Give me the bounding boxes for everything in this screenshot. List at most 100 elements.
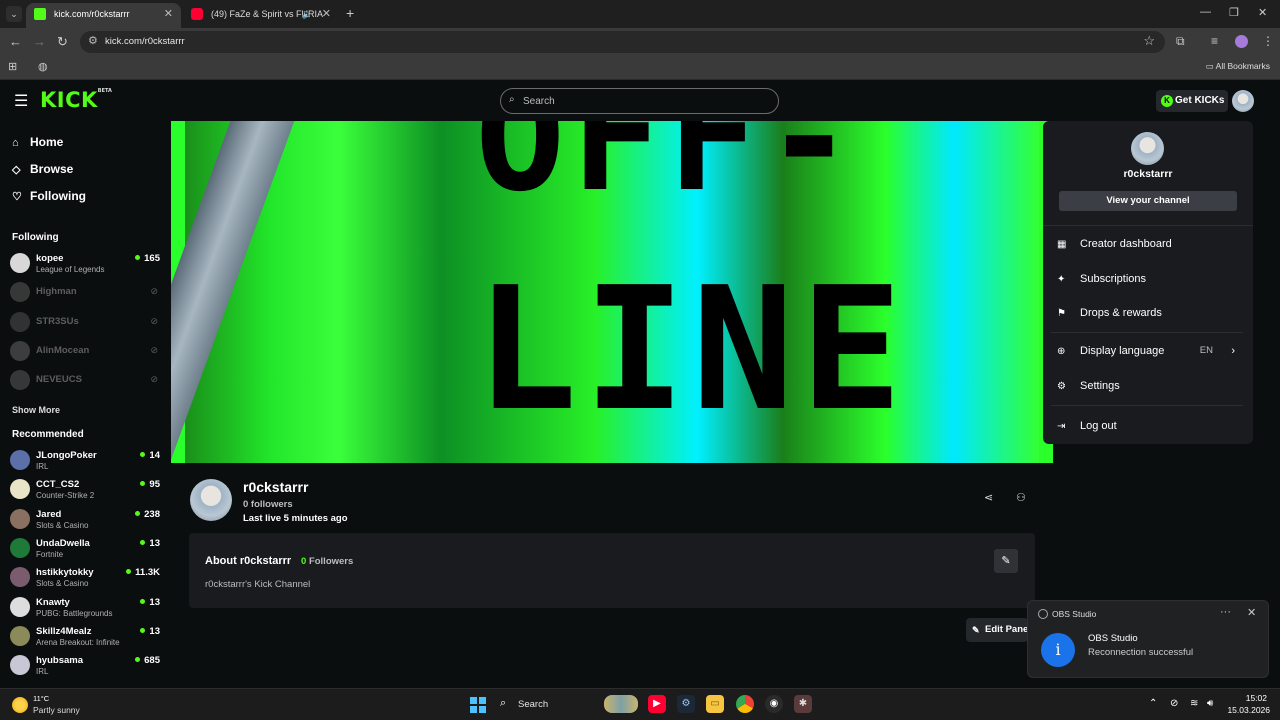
- tab-list-button[interactable]: ⌄: [6, 6, 22, 22]
- search-highlight-image[interactable]: [604, 695, 638, 713]
- chrome-app-icon[interactable]: [736, 695, 754, 713]
- sidebar-channel-jared[interactable]: Jared Slots & Casino 238: [10, 507, 160, 533]
- start-button[interactable]: [470, 697, 486, 713]
- steam-app-icon[interactable]: ⚙: [677, 695, 695, 713]
- reload-icon[interactable]: ↻: [57, 34, 68, 50]
- edit-panel-button[interactable]: ✎ Edit Panel: [966, 618, 1028, 642]
- show-more-link[interactable]: Show More: [12, 405, 60, 415]
- chevron-right-icon: ›: [1231, 345, 1235, 357]
- new-tab-button[interactable]: +: [346, 5, 354, 21]
- sidebar-channel-neveucs[interactable]: NEVEUCS ⊘: [10, 368, 160, 394]
- sidebar-channel-str3sus[interactable]: STR3SUs ⊘: [10, 310, 160, 336]
- share-icon[interactable]: ⋖: [984, 491, 993, 504]
- notification-app-name: OBS Studio: [1052, 609, 1097, 619]
- channel-avatar[interactable]: [190, 479, 232, 521]
- search-input[interactable]: ⌕ Search: [500, 88, 779, 114]
- channel-category: Counter-Strike 2: [36, 491, 95, 501]
- viewer-count: 685: [135, 655, 160, 666]
- close-icon[interactable]: ✕: [1247, 606, 1256, 619]
- sidebar-channel-highman[interactable]: Highman ⊘: [10, 280, 160, 306]
- extensions-icon[interactable]: ⧉: [1176, 34, 1185, 49]
- sidebar-channel-undadwella[interactable]: UndaDwella Fortnite 13: [10, 536, 160, 562]
- close-tab-icon[interactable]: ✕: [322, 3, 331, 25]
- sidebar-channel-hstikkytokky[interactable]: hstikkytokky Slots & Casino 11.3K: [10, 565, 160, 591]
- menu-item-settings[interactable]: ⚙ Settings: [1057, 376, 1241, 396]
- close-window-button[interactable]: ✕: [1258, 6, 1267, 19]
- browser-tab-bar: ⌄ kick.com/r0ckstarrr ✕ (49) FaZe & Spir…: [0, 0, 1280, 28]
- sidebar-channel-knawty[interactable]: Knawty PUBG: Battlegrounds 13: [10, 595, 160, 621]
- sidebar-item-following[interactable]: ♡ Following: [12, 189, 86, 203]
- view-channel-button[interactable]: View your channel: [1059, 191, 1237, 211]
- followers-label: Followers: [308, 556, 354, 567]
- tab-youtube[interactable]: (49) FaZe & Spirit vs FURIA 🔈 ✕: [183, 3, 339, 28]
- weather-sun-icon[interactable]: [12, 697, 28, 713]
- offline-icon: ⊘: [150, 286, 158, 297]
- clock-date[interactable]: 15.03.2026: [1224, 705, 1270, 715]
- channel-name: NEVEUCS: [36, 374, 82, 386]
- menu-item-display-language[interactable]: ⊕ Display language EN ›: [1057, 341, 1241, 361]
- about-title: About r0ckstarrr: [205, 555, 292, 567]
- sidebar-item-home[interactable]: ⌂ Home: [12, 135, 63, 149]
- profile-icon[interactable]: [1235, 35, 1248, 48]
- taskbar-search[interactable]: Search: [518, 699, 548, 710]
- tab-kick[interactable]: kick.com/r0ckstarrr ✕: [26, 3, 181, 28]
- apps-grid-icon[interactable]: ⊞: [8, 60, 17, 73]
- last-live: Last live 5 minutes ago: [243, 513, 348, 524]
- volume-icon[interactable]: 🔊︎: [1207, 698, 1213, 709]
- sidebar-channel-kopee[interactable]: kopee League of Legends 165: [10, 251, 160, 277]
- game-app-icon[interactable]: ✱: [794, 695, 812, 713]
- sidebar-channel-hyubsama[interactable]: hyubsama IRL 685: [10, 653, 160, 679]
- channel-category: League of Legends: [36, 265, 105, 274]
- channel-name: STR3SUs: [36, 315, 79, 327]
- site-header: ☰ KICKBETA ⌕ Search K Get KICKs: [0, 81, 1280, 120]
- sidebar-item-browse[interactable]: ◇ Browse: [12, 162, 73, 176]
- wifi-icon[interactable]: ≋: [1190, 698, 1198, 709]
- address-bar[interactable]: ⚙ kick.com/r0ckstarrr ☆: [80, 31, 1165, 53]
- browser-menu-icon[interactable]: ⋮: [1262, 34, 1274, 48]
- kick-logo[interactable]: KICKBETA: [40, 88, 112, 112]
- file-explorer-icon[interactable]: ▭: [706, 695, 724, 713]
- sidebar-channel-cct-cs2[interactable]: CCT_CS2 Counter-Strike 2 95: [10, 477, 160, 503]
- tray-overflow-icon[interactable]: ⌃: [1149, 698, 1157, 709]
- globe-icon[interactable]: ◍: [38, 60, 48, 73]
- logout-icon: ⇥: [1057, 421, 1066, 432]
- menu-hamburger-icon[interactable]: ☰: [14, 91, 28, 111]
- taskbar-search-icon[interactable]: ⌕: [500, 697, 506, 710]
- pencil-icon: ✎: [972, 625, 980, 635]
- clock-time[interactable]: 15:02: [1233, 693, 1267, 703]
- all-bookmarks-link[interactable]: ▭ All Bookmarks: [1206, 61, 1270, 72]
- channel-name: Highman: [36, 286, 77, 298]
- channel-avatar: [10, 625, 30, 646]
- menu-item-drops[interactable]: ⚑ Drops & rewards: [1057, 303, 1241, 323]
- banner-text-line1: OFF-: [475, 121, 861, 225]
- restore-button[interactable]: ❐: [1229, 6, 1239, 19]
- menu-item-logout[interactable]: ⇥ Log out: [1057, 416, 1241, 436]
- minimize-button[interactable]: —: [1200, 6, 1211, 18]
- obs-notification[interactable]: OBS Studio ··· ✕ i OBS Studio Reconnecti…: [1027, 600, 1269, 678]
- bookmark-star-icon[interactable]: ☆: [1143, 33, 1155, 49]
- viewer-count: 14: [140, 450, 160, 461]
- audio-playing-icon[interactable]: 🔈: [302, 3, 313, 25]
- forward-icon[interactable]: →: [33, 34, 46, 49]
- menu-item-creator-dashboard[interactable]: ▦ Creator dashboard: [1057, 234, 1241, 254]
- obs-app-icon[interactable]: ◉: [765, 695, 783, 713]
- site-info-icon[interactable]: ⚙: [88, 34, 98, 47]
- follow-user-icon[interactable]: ⚇: [1016, 491, 1026, 504]
- sidebar-channel-jlongopoker[interactable]: JLongoPoker IRL 14: [10, 448, 160, 474]
- get-kicks-button[interactable]: K Get KICKs: [1156, 90, 1228, 112]
- banner-text-line2: LINE: [475, 251, 909, 449]
- sidebar: ⌂ Home ◇ Browse ♡ Following Following kopee…: [0, 120, 170, 688]
- sidebar-channel-skillz4mealz[interactable]: Skillz4Mealz Arena Breakout: Infinite 13: [10, 624, 160, 650]
- user-avatar-button[interactable]: [1232, 90, 1254, 112]
- close-tab-icon[interactable]: ✕: [164, 3, 173, 25]
- edit-about-button[interactable]: ✎: [994, 549, 1018, 573]
- sidebar-channel-alinmocean[interactable]: AlinMocean ⊘: [10, 339, 160, 365]
- back-icon[interactable]: ←: [9, 34, 22, 49]
- more-options-icon[interactable]: ···: [1220, 606, 1231, 618]
- network-icon[interactable]: ⊘: [1170, 698, 1178, 709]
- beta-badge: BETA: [97, 88, 112, 94]
- media-controls-icon[interactable]: ≡: [1211, 34, 1218, 48]
- menu-item-subscriptions[interactable]: ✦ Subscriptions: [1057, 269, 1241, 289]
- youtube-favicon-icon: [191, 8, 203, 20]
- youtube-app-icon[interactable]: ▶: [648, 695, 666, 713]
